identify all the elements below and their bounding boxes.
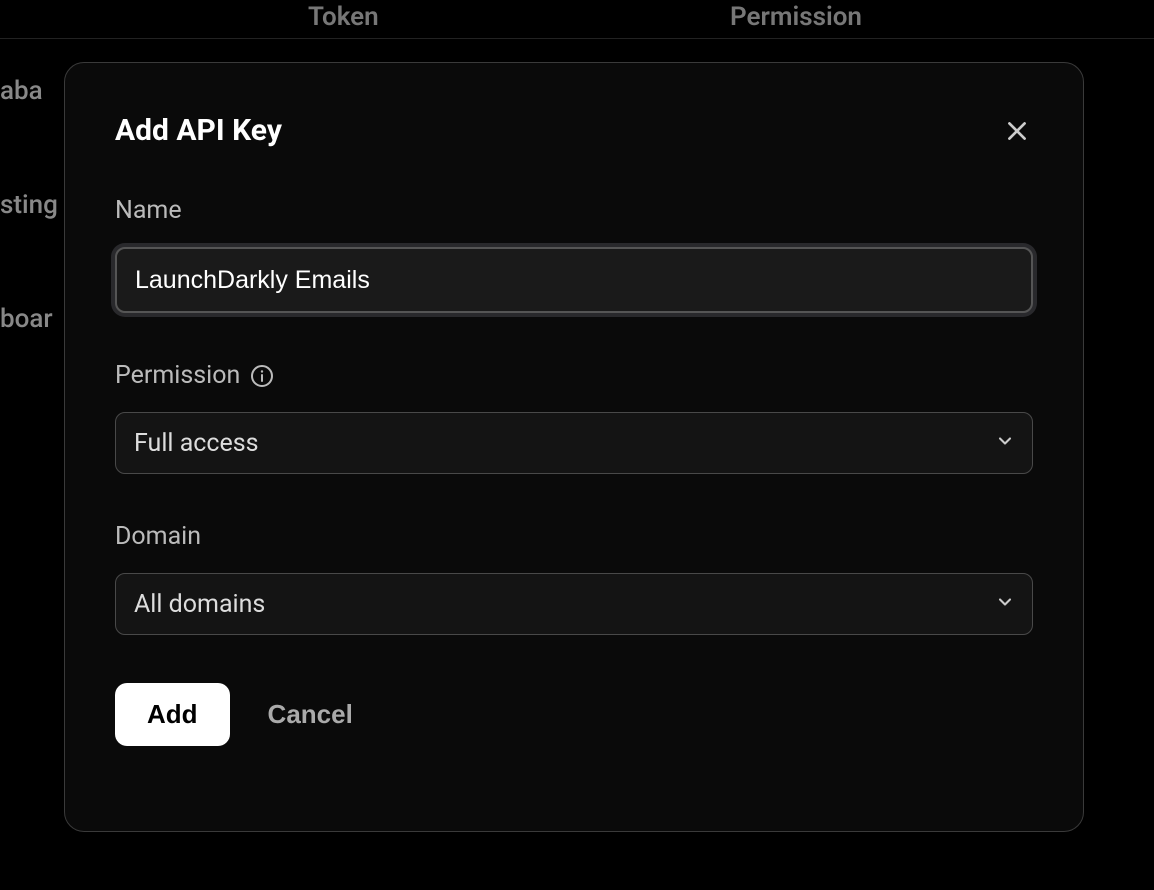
- domain-value: All domains: [134, 590, 265, 619]
- name-input[interactable]: [115, 247, 1033, 313]
- modal-header: Add API Key: [115, 113, 1033, 148]
- permission-field-group: Permission Full access: [115, 361, 1033, 474]
- modal-title: Add API Key: [115, 113, 282, 148]
- bg-divider: [0, 38, 1154, 39]
- bg-snippet-2: sting: [0, 190, 58, 220]
- permission-select[interactable]: Full access: [115, 412, 1033, 474]
- close-button[interactable]: [1001, 115, 1033, 147]
- bg-snippet-3: boar: [0, 304, 53, 334]
- bg-snippet-1: aba: [0, 76, 43, 106]
- info-icon[interactable]: [250, 364, 274, 388]
- name-label: Name: [115, 196, 1033, 225]
- button-row: Add Cancel: [115, 683, 1033, 746]
- add-button[interactable]: Add: [115, 683, 230, 746]
- domain-select[interactable]: All domains: [115, 573, 1033, 635]
- bg-token-header: Token: [308, 2, 379, 32]
- add-api-key-modal: Add API Key Name Permission: [64, 62, 1084, 832]
- permission-select-wrapper: Full access: [115, 412, 1033, 474]
- name-field-group: Name: [115, 196, 1033, 313]
- close-icon: [1004, 118, 1030, 144]
- permission-value: Full access: [134, 429, 259, 458]
- permission-label: Permission: [115, 361, 1033, 390]
- bg-permission-header: Permission: [730, 2, 862, 32]
- domain-select-wrapper: All domains: [115, 573, 1033, 635]
- domain-label: Domain: [115, 522, 1033, 551]
- cancel-button[interactable]: Cancel: [268, 699, 353, 730]
- domain-field-group: Domain All domains: [115, 522, 1033, 635]
- permission-label-text: Permission: [115, 361, 240, 390]
